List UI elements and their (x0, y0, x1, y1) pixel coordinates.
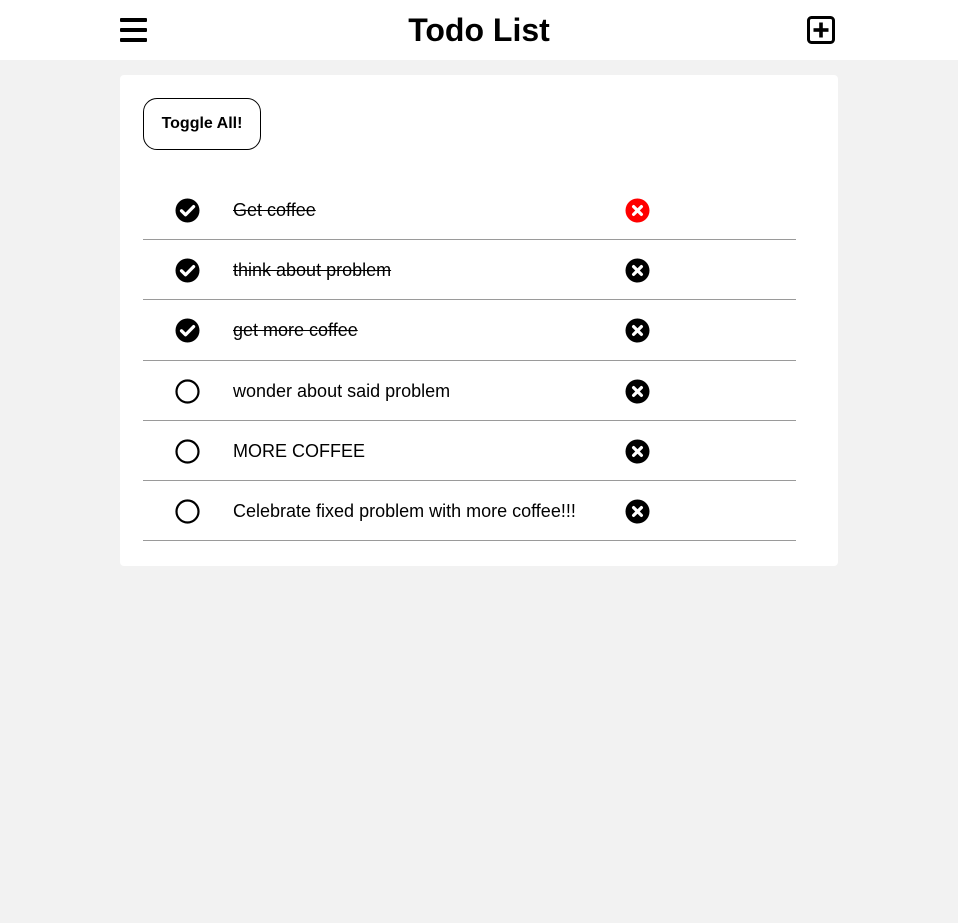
empty-circle-icon (175, 439, 200, 464)
todo-text: get more coffee (233, 320, 358, 341)
todo-text: MORE COFFEE (233, 440, 366, 461)
todo-item: get more coffee (143, 300, 796, 361)
todo-text: Get coffee (233, 200, 316, 220)
delete-button[interactable] (625, 499, 650, 524)
todo-list: Get coffee think about problem get more … (143, 180, 796, 542)
todo-checkbox[interactable] (175, 198, 200, 223)
todo-checkbox[interactable] (175, 378, 200, 404)
close-circle-icon (625, 499, 650, 524)
todo-card: Toggle All! Get coffee think about probl… (120, 75, 838, 566)
delete-button[interactable] (625, 318, 650, 343)
delete-button[interactable] (625, 439, 650, 464)
todo-item: wonder about said problem (143, 361, 796, 421)
close-circle-icon (625, 258, 650, 283)
todo-text: wonder about said problem (233, 380, 451, 401)
todo-checkbox[interactable] (175, 499, 200, 524)
toggle-all-button[interactable]: Toggle All! (143, 98, 261, 150)
todo-text: think about problem (233, 260, 392, 281)
delete-button[interactable] (625, 258, 650, 283)
todo-item: Get coffee (143, 180, 796, 241)
add-todo-button[interactable] (807, 16, 835, 44)
empty-circle-icon (175, 378, 200, 404)
close-circle-icon (625, 198, 650, 223)
empty-circle-icon (175, 499, 200, 524)
menu-button[interactable] (120, 17, 147, 43)
todo-checkbox[interactable] (175, 439, 200, 464)
check-circle-icon (175, 258, 200, 283)
hamburger-menu-icon (120, 18, 147, 42)
todo-checkbox[interactable] (175, 258, 200, 283)
todo-item: Celebrate fixed problem with more coffee… (143, 481, 796, 542)
todo-text: Celebrate fixed problem with more coffee… (233, 500, 576, 521)
delete-button[interactable] (625, 198, 650, 223)
close-circle-icon (625, 318, 650, 343)
app-header: Todo List (0, 0, 958, 60)
close-circle-icon (625, 439, 650, 464)
close-circle-icon (625, 379, 650, 404)
todo-checkbox[interactable] (175, 318, 200, 343)
check-circle-icon (175, 318, 200, 343)
check-circle-icon (175, 198, 200, 223)
todo-item: think about problem (143, 240, 796, 301)
plus-square-icon (807, 16, 835, 44)
delete-button[interactable] (625, 379, 650, 404)
todo-item: MORE COFFEE (143, 421, 796, 481)
